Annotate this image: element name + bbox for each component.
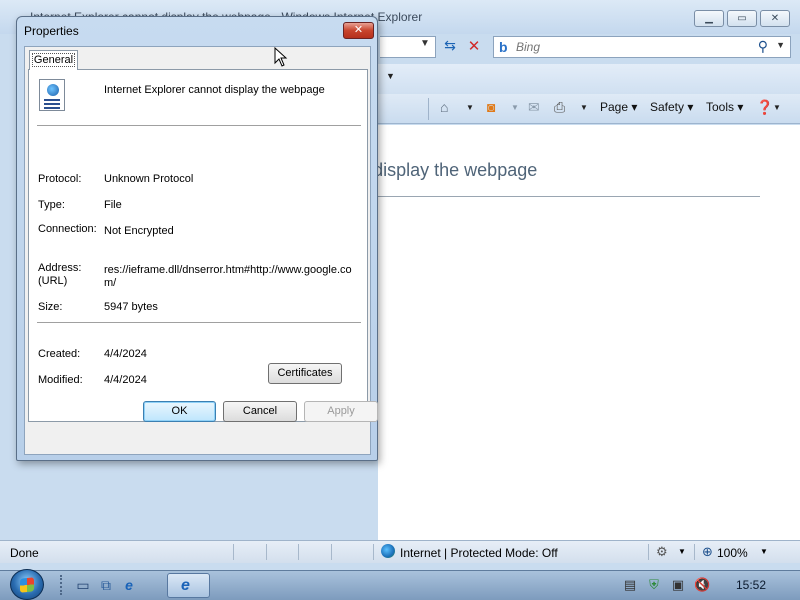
internet-explorer-icon[interactable]: e <box>121 577 137 593</box>
command-bar-separator <box>428 98 429 120</box>
quicklaunch-grip[interactable] <box>60 575 64 595</box>
ok-button[interactable]: OK <box>143 401 216 422</box>
dialog-close-button[interactable]: ✕ <box>343 22 374 39</box>
status-divider <box>233 544 234 560</box>
search-icon[interactable]: ⚲ <box>758 38 768 55</box>
status-divider <box>331 544 332 560</box>
maximize-button[interactable]: ▭ <box>727 10 757 27</box>
tools-menu-label: Tools <box>706 100 735 114</box>
safety-menu-label: Safety <box>650 100 685 114</box>
page-menu[interactable]: Page ▾ <box>600 100 637 118</box>
mouse-cursor-icon <box>274 47 288 67</box>
divider <box>37 322 361 323</box>
zoom-dropdown-icon[interactable]: ▼ <box>760 547 768 556</box>
status-divider <box>648 544 649 560</box>
modified-value: 4/4/2024 <box>104 374 147 386</box>
printer-icon[interactable]: ⎙ <box>554 99 565 116</box>
address-label-url: (URL) <box>38 275 68 287</box>
search-box[interactable]: b ⚲ ▼ <box>493 36 791 58</box>
gear-icon[interactable]: ⚙ <box>656 544 668 560</box>
zoom-icon[interactable]: ⊕ <box>702 544 713 560</box>
web-document-icon <box>39 79 65 111</box>
protocol-label: Protocol: <box>38 173 82 185</box>
size-value: 5947 bytes <box>104 301 158 313</box>
properties-dialog: Properties ✕ General Internet Explorer c… <box>16 16 378 461</box>
print-dropdown-icon[interactable]: ▼ <box>580 103 588 112</box>
page-menu-label: Page <box>600 100 629 114</box>
start-button[interactable] <box>10 569 44 600</box>
size-label: Size: <box>38 301 63 313</box>
bing-logo-icon: b <box>499 39 508 55</box>
status-divider <box>266 544 267 560</box>
certificates-button[interactable]: Certificates <box>268 363 342 384</box>
network-icon[interactable]: ▣ <box>670 577 686 593</box>
file-name: Internet Explorer cannot display the web… <box>104 84 325 96</box>
status-divider <box>298 544 299 560</box>
show-desktop-icon[interactable]: ▭ <box>75 577 91 593</box>
globe-icon <box>381 544 395 558</box>
volume-muted-icon[interactable]: 🔇 <box>694 577 710 593</box>
address-label: Address: <box>38 262 82 274</box>
page-content: Internet Explorer cannot display the web… <box>378 125 800 540</box>
document-icon[interactable]: ▤ <box>622 577 638 593</box>
safety-menu[interactable]: Safety ▾ <box>650 100 693 118</box>
search-dropdown-icon[interactable]: ▼ <box>776 40 785 50</box>
close-icon: ✕ <box>353 24 364 36</box>
dialog-title: Properties <box>24 24 79 38</box>
close-window-button[interactable]: ✕ <box>760 10 790 27</box>
internet-explorer-icon: e <box>181 577 190 594</box>
protocol-value: Unknown Protocol <box>104 173 194 185</box>
help-icon[interactable]: ❓ <box>756 99 773 116</box>
security-dropdown-icon[interactable]: ▼ <box>678 547 686 556</box>
page-heading: Internet Explorer cannot display the web… <box>378 160 538 180</box>
favorites-bar <box>378 64 800 94</box>
system-tray: ▤ ⛨ ▣ 🔇 <box>610 570 800 600</box>
switch-windows-icon[interactable]: ⧉ <box>98 577 114 593</box>
minimize-icon: ▁ <box>705 13 713 24</box>
maximize-icon: ▭ <box>737 13 747 24</box>
status-divider <box>694 544 695 560</box>
address-value: res://ieframe.dll/dnserror.htm#http://ww… <box>104 264 352 289</box>
home-dropdown-icon[interactable]: ▼ <box>466 103 474 112</box>
connection-value: Not Encrypted <box>104 225 174 237</box>
clock[interactable]: 15:52 <box>736 578 766 592</box>
created-value: 4/4/2024 <box>104 348 147 360</box>
taskbar-ie-button[interactable]: e <box>167 573 210 598</box>
cancel-button[interactable]: Cancel <box>223 401 297 422</box>
tools-menu[interactable]: Tools ▾ <box>706 100 743 118</box>
security-zone-text[interactable]: Internet | Protected Mode: Off <box>400 546 558 560</box>
security-shield-icon[interactable]: ⛨ <box>646 577 662 593</box>
windows-logo-icon <box>20 577 34 593</box>
help-dropdown-icon[interactable]: ▼ <box>773 103 781 112</box>
created-label: Created: <box>38 348 81 360</box>
zoom-level[interactable]: 100% <box>717 546 748 560</box>
refresh-icon: ⇆ <box>444 37 456 53</box>
type-value: File <box>104 199 122 211</box>
refresh-button[interactable]: ⇆ <box>439 37 461 57</box>
mail-icon: ✉ <box>528 99 540 115</box>
apply-button: Apply <box>304 401 378 422</box>
status-text: Done <box>10 546 39 560</box>
dialog-body: General Internet Explorer cannot display… <box>24 46 371 455</box>
tab-general[interactable]: General <box>29 50 78 70</box>
heading-divider <box>378 196 760 197</box>
divider <box>37 125 361 126</box>
connection-label: Connection: <box>38 223 97 235</box>
address-dropdown-icon[interactable]: ▼ <box>420 38 430 49</box>
status-divider <box>373 544 374 560</box>
rss-dropdown-icon: ▼ <box>511 103 519 112</box>
search-input[interactable] <box>516 39 736 55</box>
home-icon[interactable]: ⌂ <box>440 99 448 115</box>
rss-icon[interactable]: ◙ <box>487 99 495 115</box>
close-icon: ✕ <box>770 13 780 24</box>
modified-label: Modified: <box>38 374 83 386</box>
minimize-button[interactable]: ▁ <box>694 10 724 27</box>
stop-icon: ✕ <box>467 38 481 55</box>
favorites-dropdown-icon[interactable]: ▼ <box>386 71 395 81</box>
status-bar: Done Internet | Protected Mode: Off ⚙ ▼ … <box>0 540 800 563</box>
type-label: Type: <box>38 199 65 211</box>
stop-button[interactable]: ✕ <box>463 37 485 57</box>
